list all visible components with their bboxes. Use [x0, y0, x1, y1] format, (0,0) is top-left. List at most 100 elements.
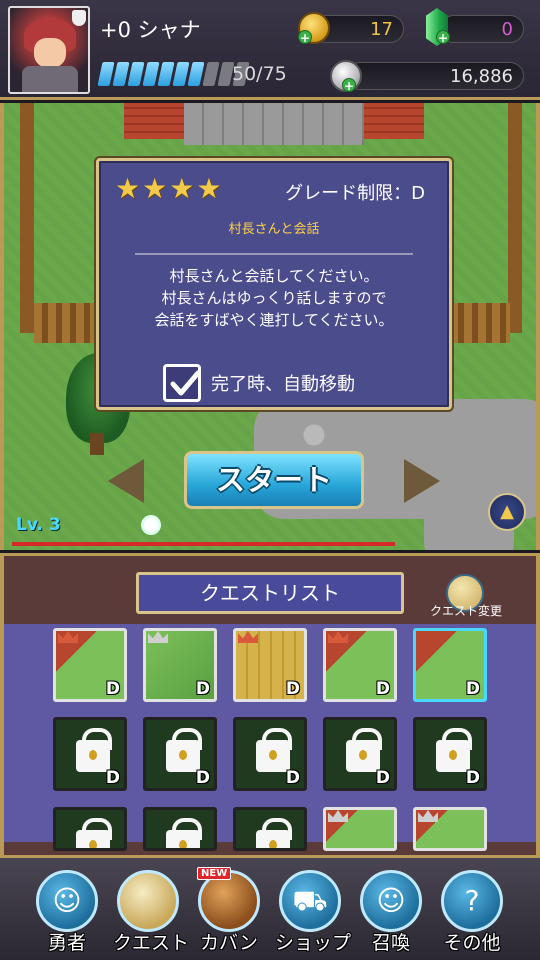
tile-grade: D — [375, 679, 390, 699]
star-icon: ★ — [196, 172, 222, 205]
add-coin-icon[interactable]: + — [298, 30, 312, 45]
quest-tile[interactable]: D — [143, 628, 217, 702]
quest-tile[interactable] — [323, 807, 397, 851]
keyhole — [89, 840, 97, 848]
summon-icon: ☺ — [360, 870, 422, 932]
stamina-segment — [127, 62, 145, 86]
bag-icon: NEW — [197, 867, 260, 932]
tile-grade: D — [285, 679, 300, 699]
quest-description: 村長さんと会話してください。 村長さんはゆっくり話しますので 会話をすばやく連打… — [99, 265, 449, 331]
house-wall — [184, 103, 364, 145]
quest-tile[interactable]: D — [53, 628, 127, 702]
previous-quest-arrow-icon[interactable] — [108, 459, 144, 503]
star-icon: ★ — [169, 172, 195, 205]
nav-shop[interactable]: ⛟ ショップ — [275, 870, 352, 955]
silver-coin-icon[interactable]: + — [330, 60, 362, 93]
avatar-face — [34, 38, 66, 68]
gem-counter: 0 — [440, 15, 524, 43]
tile-grade: D — [105, 768, 120, 788]
description-line: 村長さんと会話してください。 — [169, 267, 379, 285]
next-quest-arrow-icon[interactable] — [404, 459, 440, 503]
quest-change-label[interactable]: クエスト変更 — [416, 602, 516, 619]
crown-icon — [148, 631, 168, 643]
tree-trunk — [90, 433, 104, 455]
silver-counter: 16,886 — [346, 62, 524, 90]
quest-detail-popup: ★ ★ ★ ★ グレード制限：D 村長さんと会話 村長さんと会話してください。 村長さ… — [96, 158, 452, 410]
cart-icon: ⛟ — [279, 870, 341, 932]
experience-bar — [12, 542, 396, 546]
nav-label: カバン — [200, 932, 258, 954]
quest-list-title: クエストリスト — [136, 572, 404, 614]
crown-icon — [328, 810, 348, 822]
nav-bag[interactable]: NEW カバン — [194, 867, 264, 955]
keyhole — [179, 750, 187, 760]
new-badge: NEW — [197, 867, 232, 880]
start-button[interactable]: スタート — [184, 451, 364, 509]
shield-badge-icon — [72, 10, 86, 26]
lock-icon — [166, 818, 202, 848]
lock-icon — [76, 818, 112, 848]
nav-other[interactable]: ? その他 — [437, 870, 507, 955]
status-header: +0 シャナ 50/75 17 + 0 + 16,886 + — [0, 0, 540, 100]
locked-quest-tile[interactable] — [233, 807, 307, 851]
nav-hero[interactable]: ☺ 勇者 — [32, 870, 102, 955]
stamina-segment — [97, 62, 115, 86]
wooden-fence — [34, 303, 104, 343]
quest-map: ★ ★ ★ ★ グレード制限：D 村長さんと会話 村長さんと会話してください。 村長さ… — [0, 103, 540, 550]
map-icon — [117, 870, 179, 932]
keyhole — [269, 840, 277, 848]
auto-move-label: 完了時、自動移動 — [211, 374, 355, 395]
keyhole — [359, 750, 367, 760]
locked-quest-tile[interactable] — [143, 807, 217, 851]
nav-label: ショップ — [275, 932, 352, 954]
tile-grade: D — [105, 679, 120, 699]
stamina-segment — [142, 62, 160, 86]
nav-quest[interactable]: クエスト — [113, 870, 190, 955]
difficulty-stars: ★ ★ ★ ★ — [115, 175, 221, 203]
auto-move-toggle[interactable]: 完了時、自動移動 — [163, 364, 355, 402]
bottom-navigation: ☺ 勇者 クエスト NEW カバン ⛟ ショップ ☺ 召喚 ? その他 — [0, 855, 540, 960]
auto-move-checkbox[interactable] — [163, 364, 201, 402]
tile-grade: D — [285, 768, 300, 788]
locked-quest-tile[interactable]: D — [53, 717, 127, 791]
gold-coin-icon[interactable]: + — [298, 12, 330, 45]
tile-grade: D — [195, 768, 210, 788]
hero-icon: ☺ — [36, 870, 98, 932]
tile-grade: D — [375, 768, 390, 788]
quest-tile[interactable]: D — [413, 628, 487, 702]
ranking-icon[interactable]: ▲ — [488, 493, 526, 531]
quest-tile[interactable] — [413, 807, 487, 851]
avatar-armor — [22, 66, 78, 92]
wooden-fence — [450, 303, 510, 343]
description-line: 会話をすばやく連打してください。 — [154, 311, 394, 329]
hero-avatar[interactable] — [8, 6, 90, 94]
nav-label: 勇者 — [47, 932, 86, 954]
help-icon: ? — [441, 870, 503, 932]
quest-tile[interactable]: D — [323, 628, 397, 702]
quest-title: 村長さんと会話 — [228, 222, 320, 237]
quest-tile[interactable]: D — [233, 628, 307, 702]
keyhole — [269, 750, 277, 760]
add-gem-icon[interactable]: + — [436, 30, 450, 45]
locked-quest-tile[interactable]: D — [323, 717, 397, 791]
star-icon: ★ — [142, 172, 168, 205]
stamina-segment — [157, 62, 175, 86]
nav-summon[interactable]: ☺ 召喚 — [356, 870, 426, 955]
locked-quest-tile[interactable]: D — [413, 717, 487, 791]
tile-grade: D — [465, 768, 480, 788]
nav-label: クエスト — [113, 932, 190, 954]
nav-label: 召喚 — [371, 932, 410, 954]
crown-icon — [58, 631, 78, 643]
stamina-text: 50/75 — [232, 63, 287, 85]
tile-grade: D — [465, 679, 480, 699]
locked-quest-tile[interactable]: D — [233, 717, 307, 791]
locked-quest-tile[interactable]: D — [143, 717, 217, 791]
locked-quest-tile[interactable] — [53, 807, 127, 851]
keyhole — [89, 750, 97, 760]
stamina-segment — [112, 62, 130, 86]
crown-icon — [418, 810, 438, 822]
house-roof — [364, 103, 424, 139]
add-silver-icon[interactable]: + — [342, 78, 356, 93]
description-line: 村長さんはゆっくり話しますので — [161, 289, 387, 307]
nav-label: その他 — [443, 932, 501, 954]
